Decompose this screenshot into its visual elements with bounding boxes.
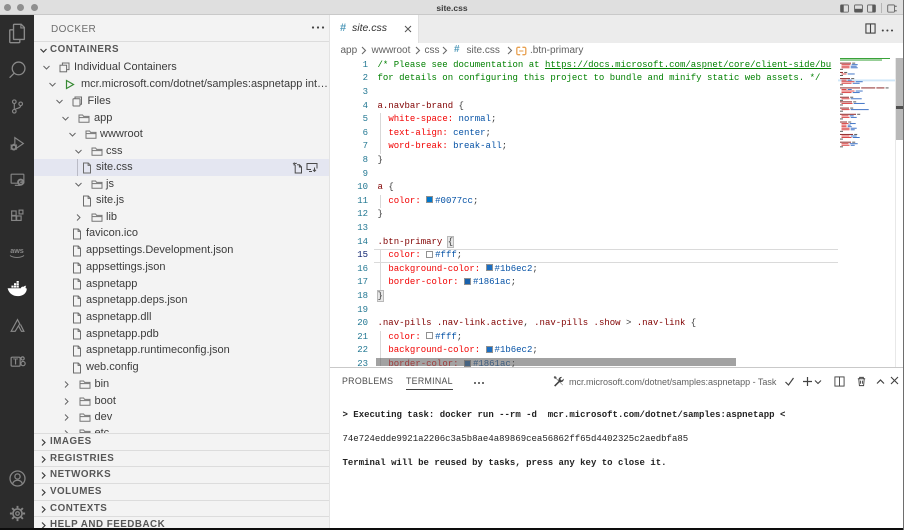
svg-text:aws: aws xyxy=(10,246,24,255)
svg-text:T: T xyxy=(13,357,18,366)
